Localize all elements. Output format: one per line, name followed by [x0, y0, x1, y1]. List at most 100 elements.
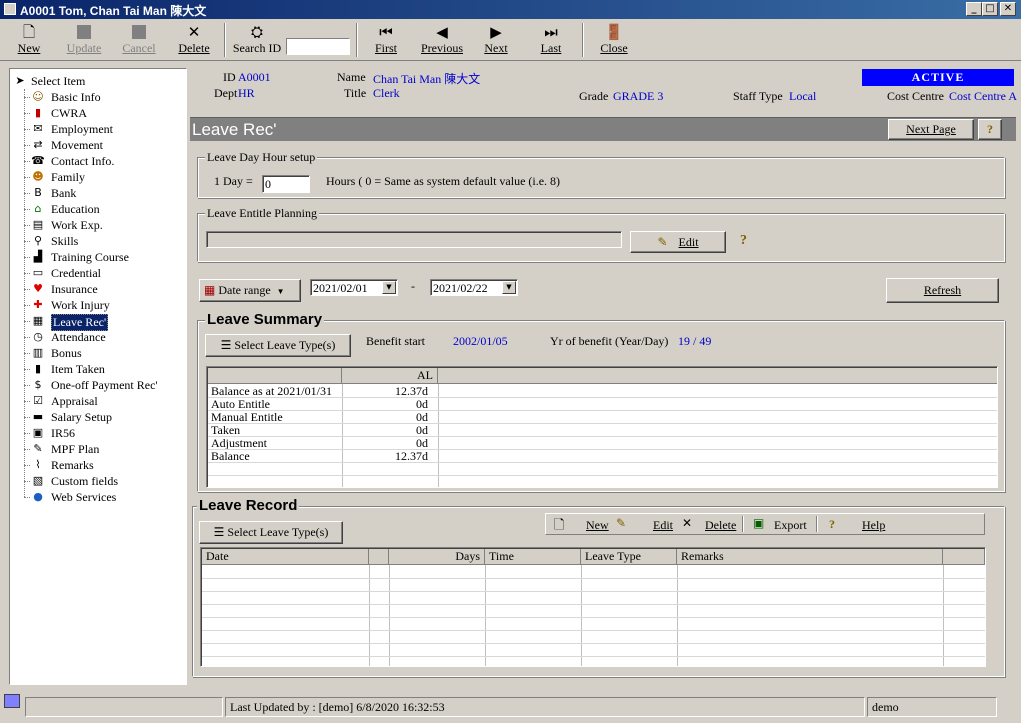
- entitle-help-icon[interactable]: ?: [740, 233, 747, 249]
- tree-item-insurance[interactable]: ♥ Insurance: [10, 281, 180, 297]
- tree-item-label: Bonus: [51, 346, 82, 360]
- minimize-icon[interactable]: _: [966, 2, 982, 16]
- summary-col-al[interactable]: AL: [342, 368, 438, 384]
- tree-item-mpf-plan[interactable]: ✎ MPF Plan: [10, 441, 180, 457]
- tree-item-attendance[interactable]: ◷ Attendance: [10, 329, 180, 345]
- search-id-input[interactable]: [286, 38, 350, 55]
- summary-select-leave-types-button[interactable]: ☰ Select Leave Type(s): [205, 334, 351, 357]
- next-page-button[interactable]: Next Page: [888, 119, 974, 140]
- skills-icon: ⚲: [33, 234, 43, 247]
- navigation-tree[interactable]: ➤ Select Item ☺ Basic Info ▮ CWRA ✉ Employmen…: [9, 68, 187, 685]
- date-to-dropdown-icon[interactable]: ▼: [502, 281, 516, 294]
- item-icon: ▮: [34, 362, 42, 375]
- tree-item-appraisal[interactable]: ☑ Appraisal: [10, 393, 180, 409]
- cancel-label: Cancel: [122, 41, 156, 55]
- summary-grid-line: [208, 436, 997, 437]
- tree-item-contact-info[interactable]: ☎ Contact Info.: [10, 153, 180, 169]
- new-button[interactable]: 🗋 New: [10, 23, 48, 59]
- tree-item-basic-info[interactable]: ☺ Basic Info: [10, 89, 180, 105]
- summary-col-label[interactable]: [208, 368, 342, 384]
- leave-summary-table[interactable]: AL Balance as at 2021/01/31 12.37d Auto En…: [206, 366, 998, 488]
- tree-item-one-off-payment-rec[interactable]: $ One-off Payment Rec': [10, 377, 180, 393]
- custom-icon: ▧: [32, 474, 44, 487]
- last-button[interactable]: ⏭ Last: [533, 23, 569, 59]
- tree-item-label: Remarks: [51, 458, 94, 472]
- window-title-bar[interactable]: A0001 Tom, Chan Tai Man 陳大文 _ □ ✕: [0, 0, 1021, 19]
- tree-item-family[interactable]: ☻ Family: [10, 169, 180, 185]
- refresh-button[interactable]: Refresh: [886, 278, 999, 303]
- tree-item-work-injury[interactable]: ✚ Work Injury: [10, 297, 180, 313]
- next-icon: ▶: [490, 23, 502, 41]
- name-value: Chan Tai Man 陳大文: [373, 72, 481, 86]
- record-col-end[interactable]: [943, 549, 985, 565]
- tree-item-custom-fields[interactable]: ▧ Custom fields: [10, 473, 180, 489]
- previous-button[interactable]: ◀ Previous: [418, 23, 466, 59]
- maximize-icon[interactable]: □: [982, 2, 998, 16]
- pencil-icon: ✎: [657, 235, 668, 249]
- record-col-date[interactable]: Date: [202, 549, 369, 565]
- tree-item-label: Contact Info.: [51, 154, 115, 168]
- tree-item-work-exp[interactable]: ▤ Work Exp.: [10, 217, 180, 233]
- record-new-button[interactable]: New: [586, 518, 609, 533]
- tree-item-credential[interactable]: ▭ Credential: [10, 265, 180, 281]
- checklist-icon: ☑: [33, 394, 43, 407]
- date-from-input[interactable]: 2021/02/01 ▼: [310, 279, 398, 296]
- tree-item-skills[interactable]: ⚲ Skills: [10, 233, 180, 249]
- tree-item-label: Appraisal: [51, 394, 98, 408]
- tree-item-web-services[interactable]: ● Web Services: [10, 489, 180, 505]
- record-grid-line: [202, 630, 985, 631]
- tree-item-education[interactable]: ⌂ Education: [10, 201, 180, 217]
- first-button[interactable]: ⏮ First: [368, 23, 404, 59]
- leave-record-table[interactable]: Date Days Time Leave Type Remarks: [200, 547, 986, 667]
- tree-item-remarks[interactable]: ⌇ Remarks: [10, 457, 180, 473]
- record-col-leave-type[interactable]: Leave Type: [581, 549, 677, 565]
- tree-item-employment[interactable]: ✉ Employment: [10, 121, 180, 137]
- record-col-remarks[interactable]: Remarks: [677, 549, 943, 565]
- list-icon: ☰: [213, 525, 225, 539]
- record-delete-button[interactable]: Delete: [705, 518, 736, 533]
- tree-item-salary-setup[interactable]: ▬ Salary Setup: [10, 409, 180, 425]
- cancel-button[interactable]: Cancel: [118, 23, 160, 59]
- record-export-button[interactable]: Export: [774, 518, 807, 533]
- date-to-input[interactable]: 2021/02/22 ▼: [430, 279, 518, 296]
- leave-record-title: Leave Record: [197, 497, 300, 514]
- one-day-hours-input[interactable]: 0: [262, 175, 310, 193]
- record-col-divider: [581, 565, 582, 666]
- record-col-days[interactable]: Days: [389, 549, 485, 565]
- record-help-button[interactable]: Help: [862, 518, 885, 533]
- tree-item-training-course[interactable]: ▟ Training Course: [10, 249, 180, 265]
- staff-type-value: Local: [789, 89, 817, 103]
- leave-day-hour-group: [197, 157, 1005, 198]
- next-button[interactable]: ▶ Next: [478, 23, 514, 59]
- tree-item-bank[interactable]: B Bank: [10, 185, 180, 201]
- delete-button[interactable]: ✕ Delete: [174, 23, 214, 59]
- toolbar-separator: [224, 23, 226, 57]
- entitle-edit-button[interactable]: ✎ Edit: [630, 231, 726, 253]
- heart-icon: ♥: [33, 282, 43, 295]
- record-col-blank[interactable]: [369, 549, 389, 565]
- close-button[interactable]: 🚪 Close: [596, 23, 632, 59]
- tree-item-label: Item Taken: [51, 362, 105, 376]
- record-select-leave-types-button[interactable]: ☰ Select Leave Type(s): [199, 521, 343, 544]
- close-window-icon[interactable]: ✕: [1000, 2, 1016, 16]
- tree-item-item-taken[interactable]: ▮ Item Taken: [10, 361, 180, 377]
- record-col-time[interactable]: Time: [485, 549, 581, 565]
- tree-item-bonus[interactable]: ▥ Bonus: [10, 345, 180, 361]
- record-grid-line: [202, 604, 985, 605]
- record-edit-button[interactable]: Edit: [653, 518, 673, 533]
- record-col-divider: [369, 565, 370, 666]
- date-range-button[interactable]: ▦ Date range ▼: [199, 279, 301, 302]
- tree-item-movement[interactable]: ⇄ Movement: [10, 137, 180, 153]
- tree-root[interactable]: ➤ Select Item: [10, 73, 180, 89]
- cursor-icon: ➤: [15, 74, 25, 87]
- update-button[interactable]: Update: [62, 23, 106, 59]
- tree-item-cwra[interactable]: ▮ CWRA: [10, 105, 180, 121]
- tree-item-ir56[interactable]: ▣ IR56: [10, 425, 180, 441]
- record-help-icon: ?: [829, 517, 835, 531]
- help-question-icon[interactable]: ?: [978, 119, 1002, 140]
- record-toolbar-separator: [742, 516, 744, 532]
- summary-grid-line: [208, 397, 997, 398]
- date-from-dropdown-icon[interactable]: ▼: [382, 281, 396, 294]
- toolbar-separator: [582, 23, 584, 57]
- tree-item-leave-rec[interactable]: ▦ Leave Rec': [10, 313, 180, 331]
